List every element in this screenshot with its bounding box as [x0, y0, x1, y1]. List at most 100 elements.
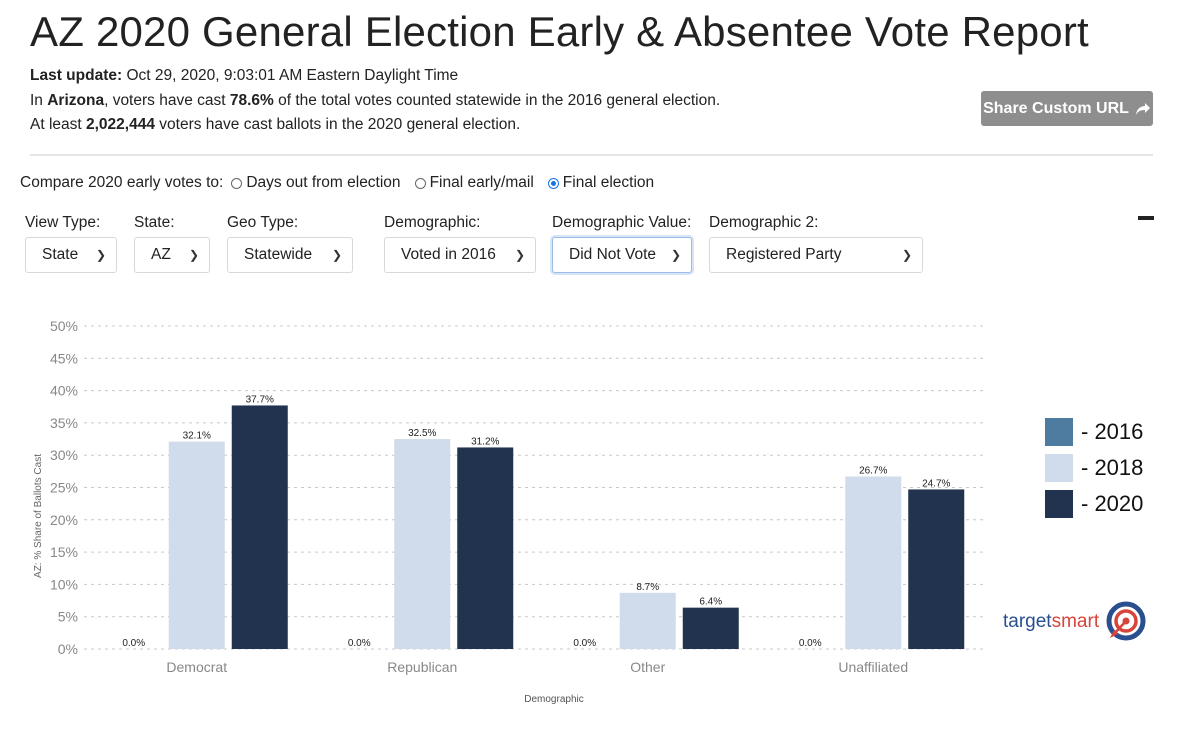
demographic-2-select[interactable]: Registered Party ❯	[709, 237, 923, 273]
targetsmart-logo: targetsmart	[1003, 601, 1147, 643]
x-tick-label: Unaffiliated	[838, 659, 908, 675]
y-tick-label: 20%	[50, 512, 78, 528]
legend-label: - 2020	[1081, 490, 1144, 516]
y-tick-label: 35%	[50, 415, 78, 431]
page-title: AZ 2020 General Election Early & Absente…	[30, 8, 1089, 55]
view-type-field: View Type: State ❯	[25, 214, 117, 273]
state-select[interactable]: AZ ❯	[134, 237, 210, 273]
share-custom-url-button[interactable]: Share Custom URL	[981, 91, 1153, 126]
last-update: Last update: Oct 29, 2020, 9:03:01 AM Ea…	[30, 67, 458, 85]
data-label: 26.7%	[859, 466, 887, 477]
data-label: 31.2%	[471, 436, 499, 447]
demographic-2-label: Demographic 2:	[709, 214, 819, 231]
bar	[168, 441, 225, 649]
state-name: Arizona	[47, 92, 105, 109]
data-label: 8.7%	[636, 582, 659, 593]
chart-legend: - 2016 - 2018 - 2020	[1045, 414, 1143, 522]
data-label: 0.0%	[799, 638, 822, 649]
logo-text-part: target	[1003, 611, 1052, 632]
data-label: 6.4%	[699, 597, 722, 608]
y-tick-label: 40%	[50, 383, 78, 399]
logo-text-part: smart	[1051, 611, 1100, 632]
x-axis-title: Demographic	[524, 694, 583, 705]
y-tick-label: 5%	[58, 609, 78, 625]
bar	[231, 405, 288, 649]
chevron-down-icon: ❯	[670, 248, 681, 262]
radio-final-early-mail[interactable]: Final early/mail	[414, 174, 534, 192]
select-value: Voted in 2016	[401, 246, 496, 263]
demographic-value-select[interactable]: Did Not Vote ❯	[552, 237, 692, 273]
x-tick-label: Other	[630, 659, 665, 675]
legend-swatch	[1045, 489, 1073, 518]
chevron-down-icon: ❯	[901, 248, 912, 262]
ballot-count-summary: At least 2,022,444 voters have cast ball…	[30, 116, 520, 134]
data-label: 0.0%	[122, 638, 145, 649]
geo-type-label: Geo Type:	[227, 214, 299, 231]
collapse-icon[interactable]	[1138, 216, 1154, 220]
last-update-value: Oct 29, 2020, 9:03:01 AM Eastern Dayligh…	[122, 67, 459, 84]
chevron-down-icon: ❯	[188, 248, 199, 262]
y-tick-label: 10%	[50, 576, 78, 592]
legend-label: - 2016	[1081, 418, 1144, 444]
compare-label: Compare 2020 early votes to:	[20, 174, 224, 191]
bar	[394, 439, 451, 649]
logo-text: targetsmart	[1003, 611, 1099, 633]
legend-swatch	[1045, 417, 1073, 446]
select-value: Did Not Vote	[569, 246, 657, 263]
radio-icon	[414, 177, 426, 189]
radio-icon	[231, 177, 243, 189]
compare-options: Compare 2020 early votes to: Days out fr…	[20, 174, 660, 192]
bar	[619, 592, 676, 649]
y-tick-label: 25%	[50, 480, 78, 496]
summary-text: of the total votes counted statewide in …	[273, 92, 721, 109]
legend-item-2020: - 2020	[1045, 486, 1143, 521]
state-label: State:	[134, 214, 175, 231]
state-field: State: AZ ❯	[134, 214, 210, 273]
data-label: 0.0%	[573, 638, 596, 649]
summary-text: In	[30, 92, 48, 109]
select-value: State	[42, 246, 79, 263]
y-tick-label: 30%	[50, 447, 78, 463]
view-type-select[interactable]: State ❯	[25, 237, 117, 273]
share-arrow-icon	[1135, 102, 1150, 115]
summary-text: voters have cast ballots in the 2020 gen…	[154, 116, 521, 133]
view-type-label: View Type:	[25, 214, 101, 231]
header-divider	[30, 154, 1153, 156]
chevron-down-icon: ❯	[95, 248, 106, 262]
geo-type-field: Geo Type: Statewide ❯	[227, 214, 353, 273]
bar	[682, 607, 739, 649]
geo-type-select[interactable]: Statewide ❯	[227, 237, 353, 273]
x-tick-label: Democrat	[166, 659, 227, 675]
summary-text: , voters have cast	[104, 92, 230, 109]
radio-final-election[interactable]: Final election	[547, 174, 655, 192]
select-value: AZ	[151, 246, 171, 263]
chevron-down-icon: ❯	[331, 248, 342, 262]
target-icon	[1106, 601, 1146, 641]
demographic-field: Demographic: Voted in 2016 ❯	[384, 214, 536, 273]
radio-days-out[interactable]: Days out from election	[231, 174, 401, 192]
y-axis-ticks: 0% 5% 10% 15% 20% 25% 30% 35% 40% 45% 50%	[50, 318, 78, 657]
radio-label: Days out from election	[246, 174, 401, 191]
demographic-value-field: Demographic Value: Did Not Vote ❯	[552, 214, 692, 273]
y-axis-title: AZ: % Share of Ballots Cast	[33, 454, 44, 578]
demographic-select[interactable]: Voted in 2016 ❯	[384, 237, 536, 273]
y-tick-label: 45%	[50, 350, 78, 366]
bar	[457, 447, 514, 649]
radio-label: Final election	[562, 174, 655, 191]
data-label: 32.1%	[183, 431, 211, 442]
y-tick-label: 15%	[50, 544, 78, 560]
select-value: Registered Party	[726, 246, 842, 263]
data-label: 24.7%	[922, 478, 950, 489]
radio-label: Final early/mail	[429, 174, 534, 191]
chevron-down-icon: ❯	[514, 248, 525, 262]
demographic-2-field: Demographic 2: Registered Party ❯	[709, 214, 923, 273]
x-axis-ticks: Democrat Republican Other Unaffiliated	[166, 659, 908, 675]
turnout-percent: 78.6%	[229, 92, 274, 109]
summary-text: At least	[30, 116, 86, 133]
data-label: 0.0%	[348, 638, 371, 649]
share-button-label: Share Custom URL	[983, 99, 1129, 117]
bar	[908, 489, 965, 649]
last-update-label: Last update:	[30, 67, 123, 84]
select-value: Statewide	[244, 246, 313, 263]
chart-bars	[168, 405, 965, 649]
